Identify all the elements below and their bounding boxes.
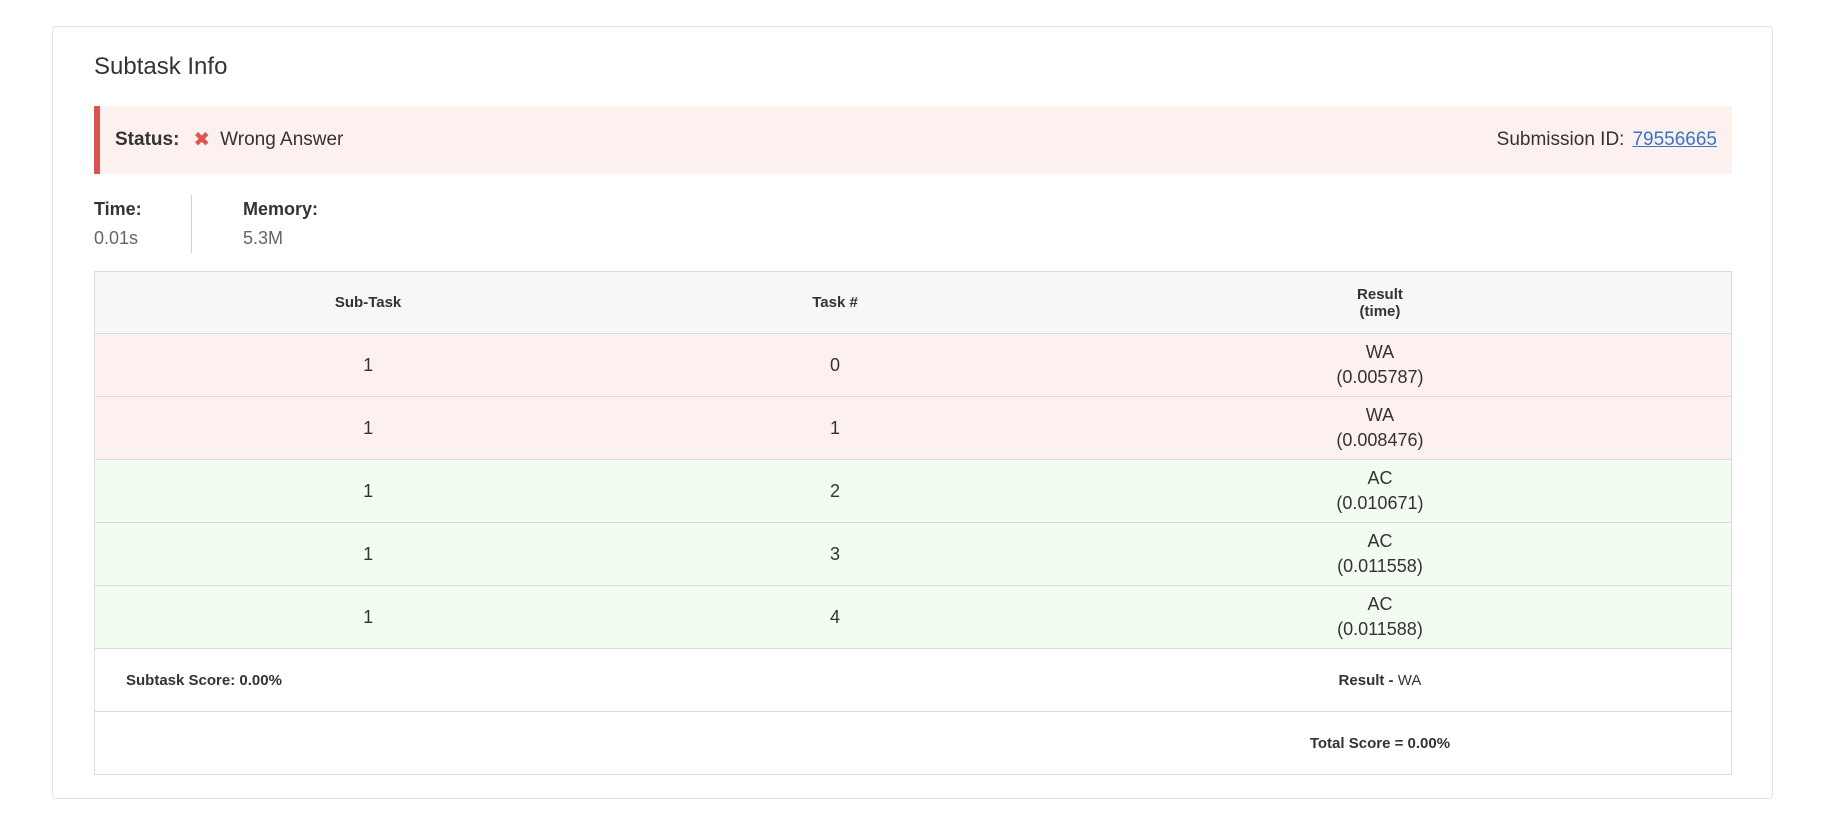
- memory-value: 5.3M: [243, 228, 284, 248]
- status-banner: Status: ✖ Wrong Answer Submission ID: 79…: [94, 106, 1732, 174]
- memory-label: Memory:: [243, 199, 319, 219]
- subtask-result: Result - WA: [1028, 648, 1732, 712]
- cell-result: WA (0.005787): [1028, 333, 1732, 397]
- table-row: 1 2 AC (0.010671): [94, 459, 1732, 523]
- subtask-score-row: Subtask Score: 0.00% Result - WA: [94, 648, 1732, 712]
- cell-result: WA (0.008476): [1028, 396, 1732, 460]
- submission-id-label: Submission ID:: [1496, 129, 1625, 150]
- cell-task: 1: [641, 396, 1029, 460]
- result-verdict: WA: [1365, 342, 1395, 362]
- total-score: Total Score = 0.00%: [1028, 711, 1732, 775]
- submission-group: Submission ID: 79556665: [1497, 129, 1717, 151]
- table-row: 1 0 WA (0.005787): [94, 333, 1732, 397]
- cell-task: 0: [641, 333, 1029, 397]
- result-verdict: AC: [1367, 468, 1393, 488]
- header-result-label: Result: [1357, 285, 1403, 303]
- cell-task: 3: [641, 522, 1029, 586]
- page-title: Subtask Info: [94, 53, 228, 80]
- cell-subtask: 1: [94, 333, 642, 397]
- cell-subtask: 1: [94, 522, 642, 586]
- status-group: Status: ✖ Wrong Answer: [115, 129, 343, 151]
- cell-subtask: 1: [94, 396, 642, 460]
- cell-result: AC (0.011588): [1028, 585, 1732, 649]
- submission-id-link[interactable]: 79556665: [1632, 129, 1717, 151]
- result-time: (0.008476): [1336, 430, 1424, 450]
- results-table: Sub-Task Task # Result (time) 1 0 WA (0.005…: [94, 271, 1732, 775]
- table-header-row: Sub-Task Task # Result (time): [94, 271, 1732, 334]
- header-subtask: Sub-Task: [94, 271, 642, 334]
- total-score-spacer: [94, 711, 1029, 775]
- table-row: 1 3 AC (0.011558): [94, 522, 1732, 586]
- result-verdict: WA: [1365, 405, 1395, 425]
- cell-result: AC (0.011558): [1028, 522, 1732, 586]
- result-time: (0.010671): [1336, 493, 1424, 513]
- status-value: Wrong Answer: [220, 129, 344, 150]
- result-verdict: AC: [1367, 594, 1393, 614]
- subtask-score: Subtask Score: 0.00%: [94, 648, 1029, 712]
- subtask-info-card: Subtask Info Status: ✖ Wrong Answer Subm…: [52, 26, 1773, 799]
- cell-task: 4: [641, 585, 1029, 649]
- cell-task: 2: [641, 459, 1029, 523]
- memory-stat: Memory: 5.3M: [192, 195, 318, 253]
- cell-subtask: 1: [94, 459, 642, 523]
- total-score-row: Total Score = 0.00%: [94, 711, 1732, 775]
- table-row: 1 1 WA (0.008476): [94, 396, 1732, 460]
- result-verdict: AC: [1367, 531, 1393, 551]
- header-result-time: (time): [1359, 302, 1401, 320]
- time-stat: Time: 0.01s: [94, 195, 192, 253]
- table-row: 1 4 AC (0.011588): [94, 585, 1732, 649]
- header-task: Task #: [641, 271, 1029, 334]
- time-label: Time:: [94, 199, 142, 219]
- subtask-result-value: WA: [1397, 671, 1422, 689]
- cell-result: AC (0.010671): [1028, 459, 1732, 523]
- x-icon: ✖: [193, 129, 211, 151]
- cell-subtask: 1: [94, 585, 642, 649]
- table-body: 1 0 WA (0.005787) 1 1 WA (0.008476) 1 2 AC (0.01067…: [94, 333, 1732, 649]
- header-result: Result (time): [1028, 271, 1732, 334]
- subtask-result-label: Result -: [1338, 671, 1394, 689]
- time-value: 0.01s: [94, 228, 139, 248]
- result-time: (0.011558): [1337, 556, 1423, 576]
- result-time: (0.005787): [1336, 367, 1424, 387]
- status-label: Status:: [115, 129, 180, 150]
- stats-row: Time: 0.01s Memory: 5.3M: [94, 195, 318, 253]
- result-time: (0.011588): [1337, 619, 1423, 639]
